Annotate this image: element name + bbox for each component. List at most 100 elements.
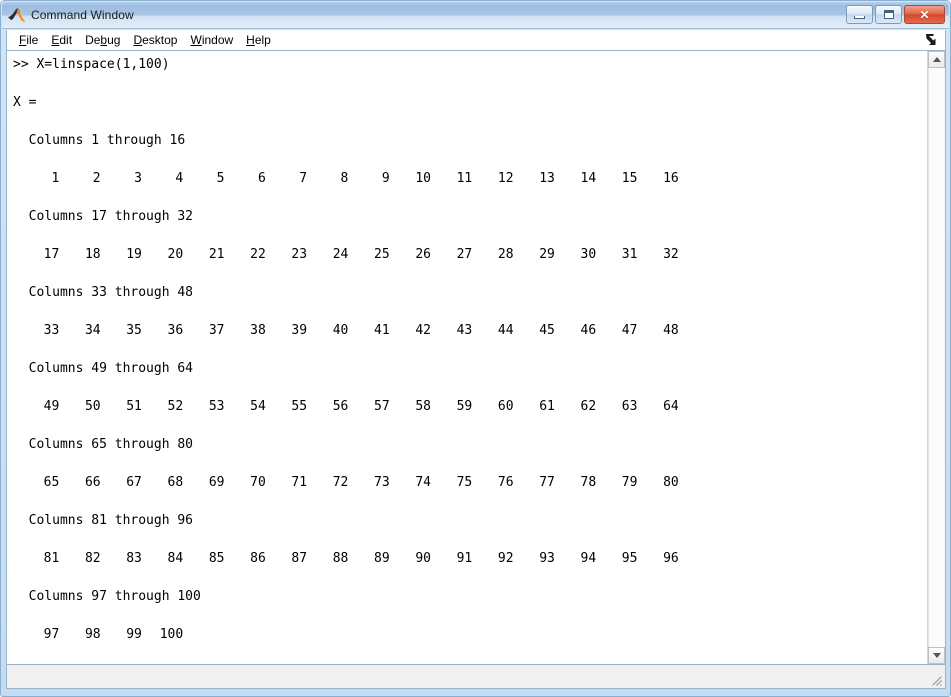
console-value-cell: 48: [637, 321, 678, 340]
console-value-cell: 72: [307, 473, 348, 492]
console-value-cell: 12: [472, 169, 513, 188]
console-value-cell: 77: [514, 473, 555, 492]
console-value-cell: 7: [266, 169, 307, 188]
console-blank-line: [13, 454, 927, 473]
console-value-cell: 23: [266, 245, 307, 264]
console-variable-echo: X =: [13, 93, 927, 112]
console-blank-line: [13, 568, 927, 587]
console-value-cell: 91: [431, 549, 472, 568]
console-value-cell: 86: [224, 549, 265, 568]
console-value-cell: 6: [224, 169, 265, 188]
scroll-down-arrow-icon: [933, 653, 941, 658]
vertical-scrollbar[interactable]: [927, 51, 945, 664]
menu-item-edit[interactable]: Edit: [45, 32, 79, 48]
console-value-cell: 87: [266, 549, 307, 568]
console-columns-header: Columns 81 through 96: [13, 511, 927, 530]
console-value-row: 65666768697071727374757677787980: [13, 473, 927, 492]
console-value-cell: 21: [183, 245, 224, 264]
close-icon: ✕: [919, 9, 929, 21]
console-value-cell: 89: [348, 549, 389, 568]
console-value-cell: 35: [101, 321, 142, 340]
console-value-cell: 64: [637, 397, 678, 416]
console-blank-line: [13, 74, 927, 93]
console-value-cell: 33: [18, 321, 59, 340]
console-value-cell: 46: [555, 321, 596, 340]
menu-item-file[interactable]: File: [13, 32, 45, 48]
console-value-cell: 39: [266, 321, 307, 340]
console-value-cell: 25: [348, 245, 389, 264]
console-columns-header: Columns 49 through 64: [13, 359, 927, 378]
console-value-cell: 52: [142, 397, 183, 416]
console-blank-line: [13, 416, 927, 435]
console-value-cell: 55: [266, 397, 307, 416]
resize-grip-icon[interactable]: [929, 673, 943, 687]
console-value-cell: 59: [431, 397, 472, 416]
console-value-cell: 65: [18, 473, 59, 492]
console-columns-header: Columns 97 through 100: [13, 587, 927, 606]
maximize-button[interactable]: [875, 5, 902, 24]
command-window-output[interactable]: >> X=linspace(1,100) X = Columns 1 throu…: [7, 51, 927, 664]
console-blank-line: [13, 606, 927, 625]
console-value-cell: 83: [101, 549, 142, 568]
scroll-up-button[interactable]: [928, 51, 945, 68]
console-columns-header: Columns 17 through 32: [13, 207, 927, 226]
menu-bar: File Edit Debug Desktop Window Help: [6, 30, 946, 50]
console-value-row: 33343536373839404142434445464748: [13, 321, 927, 340]
console-value-cell: 76: [472, 473, 513, 492]
console-value-cell: 75: [431, 473, 472, 492]
console-value-cell: 56: [307, 397, 348, 416]
console-value-cell: 92: [472, 549, 513, 568]
console-blank-line: [13, 302, 927, 321]
console-blank-line: [13, 340, 927, 359]
console-value-cell: 70: [224, 473, 265, 492]
console-value-cell: 44: [472, 321, 513, 340]
console-value-cell: 32: [637, 245, 678, 264]
command-window: Command Window ✕ File Edit Debug Desktop…: [0, 0, 951, 697]
console-blank-line: [13, 188, 927, 207]
console-value-cell: 45: [514, 321, 555, 340]
console-value-cell: 69: [183, 473, 224, 492]
console-value-cell: 99: [101, 625, 142, 644]
console-value-cell: 27: [431, 245, 472, 264]
menu-item-help[interactable]: Help: [240, 32, 278, 48]
menu-item-window[interactable]: Window: [184, 32, 240, 48]
console-value-cell: 15: [596, 169, 637, 188]
menu-item-desktop[interactable]: Desktop: [127, 32, 184, 48]
console-value-cell: 37: [183, 321, 224, 340]
minimize-button[interactable]: [846, 5, 873, 24]
console-value-cell: 17: [18, 245, 59, 264]
scrollbar-track[interactable]: [928, 68, 945, 647]
console-value-cell: 28: [472, 245, 513, 264]
console-value-cell: 41: [348, 321, 389, 340]
console-value-cell: 74: [390, 473, 431, 492]
console-blank-line: [13, 150, 927, 169]
console-value-cell: 61: [514, 397, 555, 416]
console-value-cell: 16: [637, 169, 678, 188]
console-value-cell: 43: [431, 321, 472, 340]
console-value-cell: 68: [142, 473, 183, 492]
console-blank-line: [13, 112, 927, 131]
window-title: Command Window: [31, 8, 134, 22]
minimize-icon: [854, 16, 865, 19]
scroll-down-button[interactable]: [928, 647, 945, 664]
title-bar[interactable]: Command Window ✕: [2, 2, 949, 29]
console-value-row: 17181920212223242526272829303132: [13, 245, 927, 264]
console-value-cell: 88: [307, 549, 348, 568]
close-button[interactable]: ✕: [904, 5, 945, 24]
console-value-cell: 26: [390, 245, 431, 264]
undock-arrow-icon[interactable]: [924, 33, 937, 46]
console-value-cell: 14: [555, 169, 596, 188]
console-value-cell: 31: [596, 245, 637, 264]
maximize-icon: [884, 10, 894, 19]
console-value-cell: 34: [59, 321, 100, 340]
console-value-cell: 19: [101, 245, 142, 264]
menu-item-debug[interactable]: Debug: [79, 32, 127, 48]
console-frame: >> X=linspace(1,100) X = Columns 1 throu…: [6, 50, 946, 665]
console-value-cell: 73: [348, 473, 389, 492]
console-value-cell: 100: [142, 625, 183, 644]
console-value-cell: 1: [18, 169, 59, 188]
console-value-cell: 42: [390, 321, 431, 340]
window-controls: ✕: [846, 5, 945, 24]
console-value-cell: 18: [59, 245, 100, 264]
console-value-row: 81828384858687888990919293949596: [13, 549, 927, 568]
